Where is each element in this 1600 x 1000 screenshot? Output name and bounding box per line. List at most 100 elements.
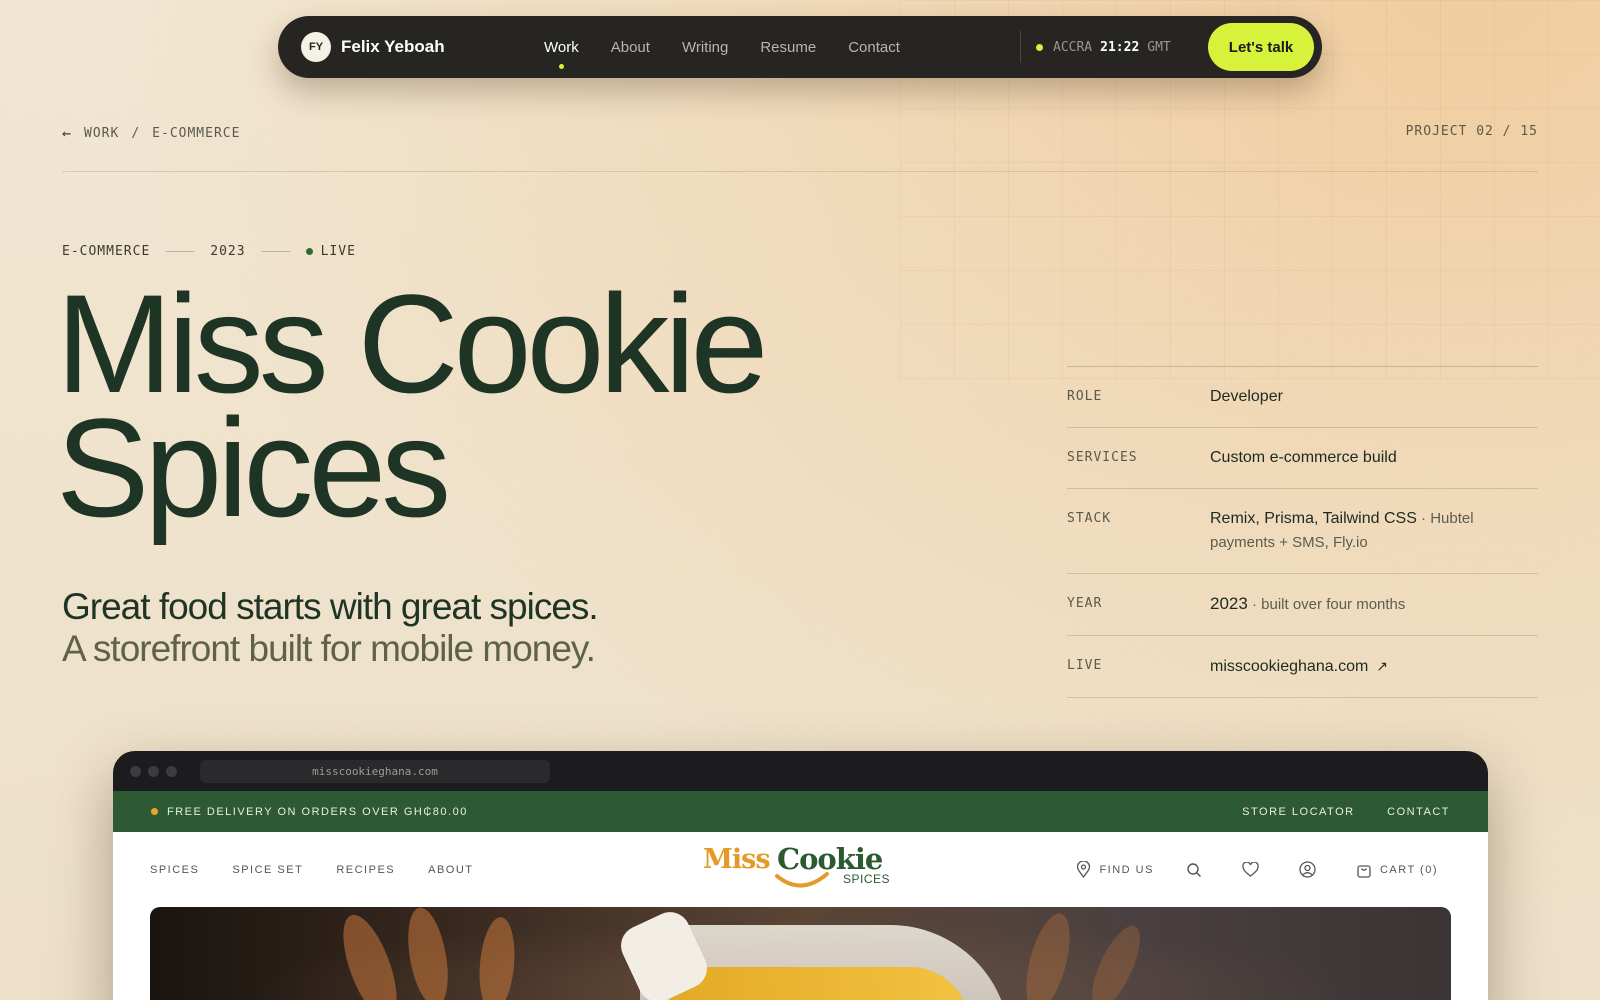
site-nav-spices[interactable]: SPICES bbox=[150, 864, 199, 876]
bag-icon bbox=[1357, 864, 1371, 878]
project-title-line-2: Spices bbox=[56, 389, 451, 546]
detail-value: Custom e-commerce build bbox=[1210, 449, 1397, 466]
account-button[interactable] bbox=[1299, 861, 1324, 878]
logo-smile-icon bbox=[775, 872, 829, 888]
nav-links: Work About Writing Resume Contact bbox=[544, 16, 932, 78]
site-nav-recipes[interactable]: RECIPES bbox=[336, 864, 395, 876]
clock-timezone: GMT bbox=[1147, 39, 1171, 55]
site-tools: FIND US CART (0) bbox=[1044, 832, 1438, 907]
breadcrumb-row: ← WORK / E-COMMERCE PROJECT 02 / 15 bbox=[62, 124, 1538, 172]
detail-row-live: LIVE misscookieghana.com ↗ bbox=[1067, 636, 1538, 698]
detail-label: ROLE bbox=[1067, 389, 1103, 404]
project-title: Miss Cookie Spices bbox=[56, 265, 956, 546]
site-logo[interactable]: Miss Cookie SPICES bbox=[703, 842, 913, 898]
brand[interactable]: FY Felix Yeboah bbox=[301, 32, 445, 62]
nav-link-about[interactable]: About bbox=[611, 39, 650, 56]
url-bar: misscookieghana.com bbox=[200, 759, 550, 783]
live-site-link[interactable]: misscookieghana.com bbox=[1210, 658, 1368, 675]
search-icon bbox=[1187, 862, 1201, 877]
detail-value: Remix, Prisma, Tailwind CSS · Hubtel pay… bbox=[1210, 507, 1538, 555]
announcement: FREE DELIVERY ON ORDERS OVER GH₵80.00 bbox=[151, 806, 468, 818]
detail-label: STACK bbox=[1067, 511, 1112, 526]
external-link-icon[interactable]: ↗ bbox=[1376, 654, 1388, 678]
detail-value: Developer bbox=[1210, 388, 1283, 405]
announcement-text: FREE DELIVERY ON ORDERS OVER GH₵80.00 bbox=[167, 805, 468, 818]
detail-value: 2023 · built over four months bbox=[1210, 592, 1538, 617]
back-arrow-icon[interactable]: ← bbox=[62, 124, 72, 142]
breadcrumb-work-link[interactable]: WORK bbox=[84, 126, 119, 141]
detail-label: YEAR bbox=[1067, 596, 1103, 611]
project-counter: PROJECT 02 / 15 bbox=[1405, 124, 1538, 139]
clock-time: 21:22 bbox=[1100, 39, 1140, 55]
detail-row-role: ROLE Developer bbox=[1067, 367, 1538, 428]
hero-leaf bbox=[1017, 909, 1079, 1000]
clock-city: ACCRA bbox=[1053, 39, 1093, 55]
site-nav-spice-set[interactable]: SPICE SET bbox=[232, 864, 303, 876]
meta-divider bbox=[261, 251, 290, 252]
site-preview: FREE DELIVERY ON ORDERS OVER GH₵80.00 ST… bbox=[113, 791, 1488, 1000]
site-contact-link[interactable]: CONTACT bbox=[1387, 806, 1450, 818]
find-us-button[interactable]: FIND US bbox=[1076, 861, 1154, 878]
live-dot-icon bbox=[305, 248, 313, 255]
detail-label: SERVICES bbox=[1067, 450, 1138, 465]
announcement-bar: FREE DELIVERY ON ORDERS OVER GH₵80.00 ST… bbox=[113, 791, 1488, 832]
site-nav-links: SPICES SPICE SET RECIPES ABOUT bbox=[150, 864, 507, 876]
location-pin-icon bbox=[1077, 861, 1091, 878]
breadcrumb: ← WORK / E-COMMERCE bbox=[62, 124, 240, 142]
status-dot-icon bbox=[1036, 43, 1043, 51]
search-button[interactable] bbox=[1186, 862, 1210, 878]
cart-button[interactable]: CART (0) bbox=[1356, 862, 1438, 878]
detail-value: misscookieghana.com ↗ bbox=[1210, 654, 1538, 679]
brand-avatar: FY bbox=[301, 32, 331, 62]
announcement-dot-icon bbox=[151, 808, 158, 815]
nav-divider bbox=[1020, 31, 1021, 63]
hero-leaf bbox=[475, 915, 519, 1000]
cart-label: CART (0) bbox=[1379, 863, 1438, 876]
logo-spices: SPICES bbox=[843, 872, 891, 886]
meta-year: 2023 bbox=[210, 244, 246, 259]
detail-row-stack: STACK Remix, Prisma, Tailwind CSS · Hubt… bbox=[1067, 489, 1538, 574]
hero-image bbox=[150, 907, 1451, 1000]
user-icon bbox=[1299, 861, 1316, 878]
logo-miss: Miss bbox=[703, 844, 771, 875]
store-locator-link[interactable]: STORE LOCATOR bbox=[1242, 806, 1354, 818]
browser-mockup: misscookieghana.com FREE DELIVERY ON ORD… bbox=[113, 751, 1488, 1000]
brand-name: Felix Yeboah bbox=[341, 37, 445, 56]
meta-status: LIVE bbox=[320, 244, 356, 259]
project-title-line-1: Miss Cookie bbox=[56, 265, 768, 422]
detail-label: LIVE bbox=[1067, 658, 1103, 673]
detail-row-services: SERVICES Custom e-commerce build bbox=[1067, 428, 1538, 489]
detail-row-year: YEAR 2023 · built over four months bbox=[1067, 574, 1538, 636]
nav-link-writing[interactable]: Writing bbox=[682, 39, 728, 56]
year-value: 2023 bbox=[1210, 594, 1248, 613]
window-controls bbox=[130, 765, 184, 777]
hero-leaf bbox=[1082, 919, 1150, 1000]
project-details: ROLE Developer SERVICES Custom e-commerc… bbox=[1067, 366, 1538, 698]
site-nav: SPICES SPICE SET RECIPES ABOUT Miss Cook… bbox=[113, 832, 1488, 907]
breadcrumb-current: E-COMMERCE bbox=[152, 125, 241, 141]
tagline-line-1: Great food starts with great spices. bbox=[62, 586, 599, 627]
tagline-line-2: A storefront built for mobile money. bbox=[62, 628, 596, 669]
top-nav: FY Felix Yeboah Work About Writing Resum… bbox=[278, 16, 1322, 78]
meta-divider bbox=[166, 251, 195, 252]
nav-link-contact[interactable]: Contact bbox=[848, 39, 900, 56]
year-sub: · built over four months bbox=[1247, 596, 1406, 613]
close-dot-icon bbox=[130, 765, 141, 777]
wishlist-button[interactable] bbox=[1242, 862, 1267, 877]
lets-talk-button[interactable]: Let's talk bbox=[1208, 23, 1314, 71]
nav-link-work[interactable]: Work bbox=[544, 39, 579, 69]
spice-fill bbox=[670, 967, 970, 1000]
hero-leaf bbox=[332, 908, 408, 1000]
announcement-links: STORE LOCATOR CONTACT bbox=[1214, 806, 1450, 818]
nav-link-resume[interactable]: Resume bbox=[760, 39, 816, 56]
maximize-dot-icon bbox=[166, 765, 177, 777]
minimize-dot-icon bbox=[148, 765, 159, 777]
meta-category: E-COMMERCE bbox=[62, 244, 151, 259]
local-clock: ACCRA 21:22 GMT bbox=[1036, 16, 1171, 78]
browser-toolbar: misscookieghana.com bbox=[113, 751, 1488, 791]
find-us-label: FIND US bbox=[1099, 863, 1154, 876]
site-nav-about[interactable]: ABOUT bbox=[428, 864, 473, 876]
project-meta: E-COMMERCE 2023 LIVE bbox=[62, 244, 356, 259]
stack-main: Remix, Prisma, Tailwind CSS bbox=[1210, 510, 1417, 527]
heart-icon bbox=[1242, 862, 1259, 877]
